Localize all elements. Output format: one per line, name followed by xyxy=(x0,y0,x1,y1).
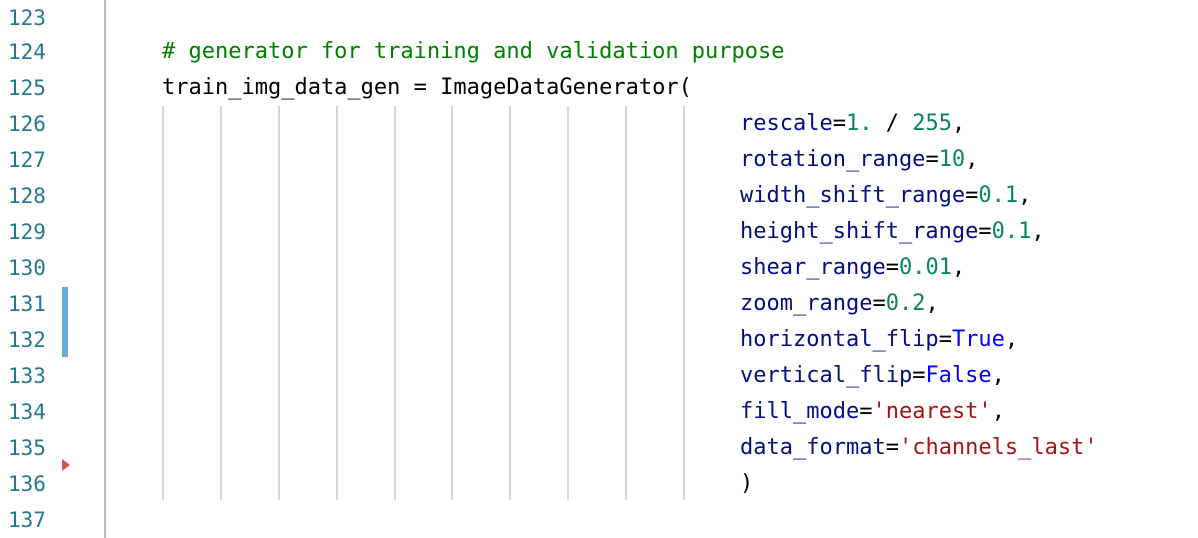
parameter-token: rescale xyxy=(740,111,833,136)
operator-token: , xyxy=(925,291,939,316)
line-number: 126 xyxy=(8,112,46,136)
operator-token: / xyxy=(872,111,913,136)
number-token: 10 xyxy=(938,147,966,172)
operator-token: = xyxy=(885,435,899,460)
indent-guide xyxy=(567,106,569,500)
identifier-token: ImageDataGenerator xyxy=(440,75,679,100)
indent-guide xyxy=(162,106,164,500)
indent-guide xyxy=(220,106,222,500)
number-token: 0.01 xyxy=(898,255,952,280)
keyword-token: True xyxy=(951,327,1005,352)
operator-token: = xyxy=(859,399,873,424)
operator-token: = xyxy=(925,147,939,172)
operator-token: ( xyxy=(678,75,692,100)
operator-token: = xyxy=(400,75,441,100)
number-token: 0.1 xyxy=(991,219,1032,244)
code-line[interactable]: ) xyxy=(740,466,753,502)
line-number: 130 xyxy=(8,256,46,280)
string-token: 'nearest' xyxy=(872,399,992,424)
line-number: 134 xyxy=(8,400,46,424)
code-line[interactable]: zoom_range=0.2, xyxy=(740,286,939,322)
identifier-token: train_img_data_gen xyxy=(162,75,401,100)
code-line[interactable]: vertical_flip=False, xyxy=(740,358,1005,394)
line-number: 131 xyxy=(8,292,46,316)
operator-token: , xyxy=(1031,219,1045,244)
operator-token: , xyxy=(951,111,966,136)
code-line[interactable]: train_img_data_gen = ImageDataGenerator( xyxy=(162,70,692,106)
line-number: 136 xyxy=(8,472,46,496)
operator-token: , xyxy=(965,147,979,172)
number-token: 0.1 xyxy=(978,183,1019,208)
code-line[interactable]: horizontal_flip=True, xyxy=(740,322,1018,358)
line-number: 124 xyxy=(8,40,46,64)
fold-arrow-icon[interactable] xyxy=(62,459,70,471)
line-number-gutter[interactable]: 123 124 125 126 127 128 129 130 131 132 … xyxy=(0,0,104,538)
operator-token: = xyxy=(872,291,886,316)
parameter-token: horizontal_flip xyxy=(740,327,939,352)
code-line[interactable]: height_shift_range=0.1, xyxy=(740,214,1045,250)
comment-token: # generator for training and validation … xyxy=(162,39,785,64)
line-number: 123 xyxy=(8,6,46,30)
parameter-token: height_shift_range xyxy=(740,219,979,244)
parameter-token: zoom_range xyxy=(740,291,873,316)
indent-guide xyxy=(509,106,511,500)
indent-guide xyxy=(394,106,396,500)
indent-guide xyxy=(278,106,280,500)
code-area[interactable]: # generator for training and validation … xyxy=(106,0,1198,538)
line-number: 129 xyxy=(8,220,46,244)
parameter-token: rotation_range xyxy=(740,147,926,172)
operator-token: = xyxy=(832,111,846,136)
line-number: 132 xyxy=(8,328,46,352)
code-line[interactable]: # generator for training and validation … xyxy=(162,34,785,70)
line-number: 137 xyxy=(8,508,46,532)
keyword-token: False xyxy=(925,363,992,388)
line-number: 127 xyxy=(8,148,46,172)
code-line[interactable]: shear_range=0.01, xyxy=(740,250,965,286)
parameter-token: data_format xyxy=(740,435,886,460)
code-line[interactable]: data_format='channels_last' xyxy=(740,430,1098,466)
code-line[interactable]: rescale=1. / 255, xyxy=(740,106,965,142)
operator-token: , xyxy=(1018,183,1032,208)
code-editor[interactable]: { "editor": { "line_numbers": ["123","12… xyxy=(0,0,1198,538)
operator-token: ) xyxy=(740,471,754,496)
operator-token: , xyxy=(991,399,1005,424)
indent-guide xyxy=(336,106,338,500)
code-line[interactable]: rotation_range=10, xyxy=(740,142,978,178)
string-token: 'channels_last' xyxy=(898,435,1098,460)
change-marker-icon[interactable] xyxy=(62,287,68,357)
indent-guide xyxy=(451,106,453,500)
parameter-token: vertical_flip xyxy=(740,363,913,388)
operator-token: , xyxy=(991,363,1005,388)
indent-guide xyxy=(683,106,685,500)
operator-token: , xyxy=(951,255,966,280)
parameter-token: fill_mode xyxy=(740,399,860,424)
number-token: 255 xyxy=(912,111,952,136)
number-token: 0.2 xyxy=(885,291,926,316)
operator-token: = xyxy=(978,219,992,244)
operator-token: = xyxy=(965,183,979,208)
operator-token: = xyxy=(938,327,952,352)
code-line[interactable]: width_shift_range=0.1, xyxy=(740,178,1031,214)
operator-token: , xyxy=(1004,327,1019,352)
parameter-token: shear_range xyxy=(740,255,886,280)
operator-token: = xyxy=(885,255,899,280)
number-token: 1. xyxy=(845,111,873,136)
code-line[interactable]: fill_mode='nearest', xyxy=(740,394,1005,430)
operator-token: = xyxy=(912,363,926,388)
parameter-token: width_shift_range xyxy=(740,183,966,208)
line-number: 128 xyxy=(8,184,46,208)
line-number: 125 xyxy=(8,76,46,100)
line-number: 135 xyxy=(8,436,46,460)
line-number: 133 xyxy=(8,364,46,388)
indent-guide xyxy=(625,106,627,500)
